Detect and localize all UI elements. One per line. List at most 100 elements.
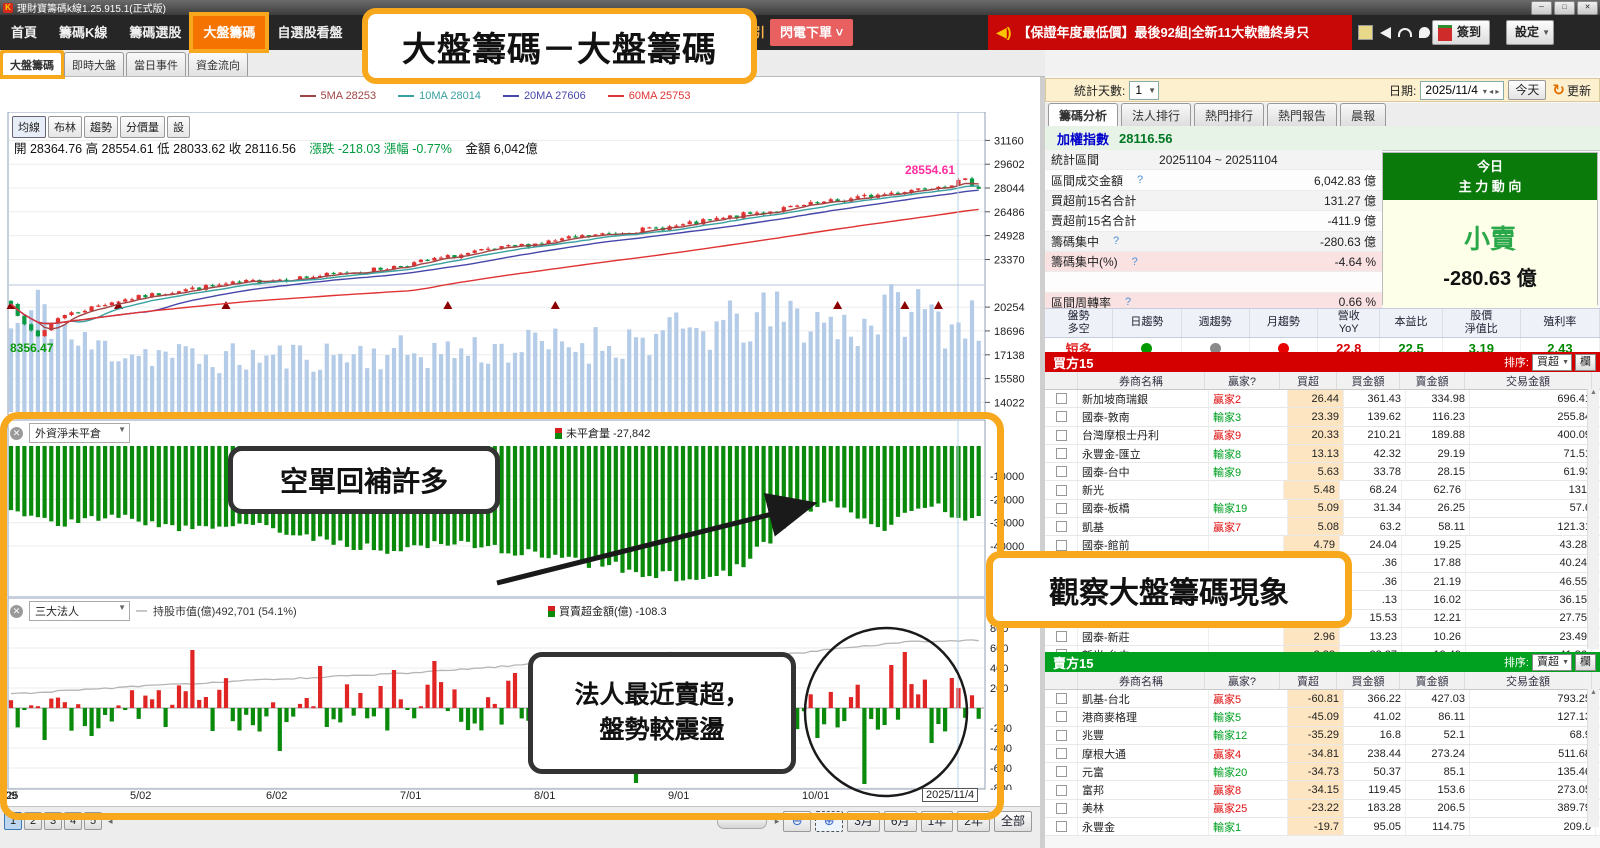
broker-row[interactable]: 美林 贏家25 -23.22 183.28 206.5 389.79 [1045, 799, 1600, 819]
row-checkbox[interactable] [1055, 411, 1067, 423]
broker-row[interactable]: 富邦 贏家8 -34.15 119.45 153.6 273.05 [1045, 781, 1600, 800]
restore-button[interactable]: □ [1554, 1, 1575, 15]
sort-select[interactable]: 買超 ▼ [1532, 353, 1572, 371]
panel-tab-3[interactable]: 熱門報告 [1267, 103, 1338, 126]
range-button-3月[interactable]: 3月 [847, 811, 880, 832]
row-checkbox[interactable] [1055, 711, 1067, 723]
row-checkbox[interactable] [1055, 502, 1067, 514]
broker-row[interactable]: 兆豐 輸家12 -35.29 16.8 52.1 68.9 [1045, 726, 1600, 745]
date-nav-icons[interactable]: ▾ ◂ ▸ [1483, 87, 1500, 96]
col-header[interactable]: 券商名稱 [1078, 672, 1205, 689]
range-button-全部[interactable]: 全部 [993, 811, 1032, 832]
row-checkbox[interactable] [1055, 484, 1067, 496]
page-button-2[interactable]: 2 [24, 812, 42, 830]
page-prev-icon[interactable]: ◂ [108, 816, 113, 827]
col-header[interactable]: 賣金額 [1400, 372, 1465, 389]
broker-row[interactable]: 新加坡商瑞銀 贏家2 26.44 361.43 334.98 696.41 [1045, 390, 1600, 409]
promo-banner[interactable]: ◀) 【保證年度最低價】最後92組|全新11大軟體終身只 [988, 15, 1352, 50]
sub-tab-0[interactable]: 大盤籌碼 [0, 49, 65, 79]
flash-order-button[interactable]: 閃電下單 ˅ [770, 19, 854, 46]
panel-tab-0[interactable]: 籌碼分析 [1048, 103, 1119, 126]
col-header[interactable]: 賣金額 [1400, 672, 1465, 689]
page-button-4[interactable]: 4 [64, 812, 82, 830]
inst-indicator-select[interactable]: 三大法人 ▼ [29, 601, 130, 621]
institutional-pane[interactable]: 800 600 400 200 -200 -400 -600 -800 [0, 597, 1045, 795]
row-checkbox[interactable] [1055, 539, 1067, 551]
row-checkbox[interactable] [1055, 729, 1067, 741]
broker-row[interactable]: 國泰-敦南 輸家3 23.39 139.62 116.23 255.84 [1045, 408, 1600, 427]
columns-button[interactable]: 欄 [1575, 653, 1596, 671]
help-icon[interactable]: ? [1137, 174, 1143, 186]
sub-tab-1[interactable]: 即時大盤 [64, 52, 124, 76]
row-checkbox[interactable] [1055, 466, 1067, 478]
broker-row[interactable]: 台灣摩根士丹利 贏家9 20.33 210.21 189.88 400.09 [1045, 426, 1600, 445]
row-checkbox[interactable] [1055, 821, 1067, 833]
col-header[interactable]: 贏家? [1205, 672, 1280, 689]
col-header[interactable]: 交易金額 [1465, 672, 1592, 689]
row-checkbox[interactable] [1055, 448, 1067, 460]
row-checkbox[interactable] [1055, 393, 1067, 405]
row-checkbox[interactable] [1055, 748, 1067, 760]
broker-row[interactable]: 凱基 贏家7 5.08 63.2 58.11 121.31 [1045, 518, 1600, 537]
settings-button[interactable]: 設定 ▼ [1506, 20, 1555, 45]
broker-row[interactable]: 永豐金-匯立 輸家8 13.13 42.32 29.19 71.51 [1045, 444, 1600, 464]
help-icon[interactable]: ? [1125, 296, 1131, 308]
page-button-1[interactable]: 1 [4, 812, 22, 830]
panel-tab-4[interactable]: 晨報 [1340, 103, 1387, 126]
close-icon[interactable]: ✕ [10, 426, 23, 440]
row-checkbox[interactable] [1055, 429, 1067, 441]
table-scrollbar[interactable]: ▲ [1587, 689, 1599, 828]
col-header[interactable]: 贏家? [1205, 372, 1280, 389]
broker-row[interactable]: 摩根大通 贏家4 -34.81 238.44 273.24 511.68 [1045, 744, 1600, 764]
chart-tool-3[interactable]: 分價量 [120, 116, 165, 138]
signin-button[interactable]: 簽到 [1432, 20, 1491, 45]
chart-tool-4[interactable]: 設 [167, 116, 190, 138]
open-interest-pane[interactable]: -10000 -20000 -30000 -40000 [0, 419, 1045, 603]
table-scrollbar[interactable]: ▲ [1587, 389, 1599, 649]
sub-tab-2[interactable]: 當日事件 [126, 52, 186, 76]
panel-tab-2[interactable]: 熱門排行 [1194, 103, 1265, 126]
stat-days-select[interactable]: 1 ▼ [1129, 80, 1160, 100]
note-icon[interactable] [1358, 25, 1373, 40]
close-button[interactable]: ✕ [1577, 1, 1598, 15]
page-button-3[interactable]: 3 [44, 812, 62, 830]
col-header[interactable]: 買超 [1280, 372, 1337, 389]
row-checkbox[interactable] [1055, 766, 1067, 778]
col-header[interactable]: 買金額 [1337, 372, 1400, 389]
range-button-6月[interactable]: 6月 [883, 811, 917, 832]
chat-icon[interactable] [1419, 27, 1430, 38]
menu-item-3[interactable]: 大盤籌碼 [189, 12, 270, 53]
page-button-5[interactable]: 5 [84, 812, 102, 830]
panel-tab-1[interactable]: 法人排行 [1121, 103, 1192, 126]
broker-row[interactable]: 元富 輸家20 -34.73 50.37 85.1 135.46 [1045, 763, 1600, 782]
announce-icon[interactable] [1380, 26, 1391, 39]
range-button-1年[interactable]: 1年 [920, 811, 954, 832]
chart-tool-0[interactable]: 均線 [12, 116, 46, 138]
today-button[interactable]: 今天 [1508, 80, 1547, 100]
chart-tool-1[interactable]: 布林 [48, 116, 82, 138]
columns-button[interactable]: 欄 [1575, 353, 1596, 371]
price-chart-pane[interactable]: 31160 29602 28044 26486 24928 23370 20254 18696… [0, 111, 1045, 425]
date-input[interactable]: 2025/11/4 ▾ ◂ ▸ [1420, 80, 1505, 100]
broker-row[interactable]: 港商麥格理 輸家5 -45.09 41.02 86.11 127.13 [1045, 708, 1600, 727]
row-checkbox[interactable] [1055, 802, 1067, 814]
col-header[interactable]: 券商名稱 [1078, 372, 1205, 389]
menu-item-1[interactable]: 籌碼K線 [48, 15, 118, 50]
sub-tab-3[interactable]: 資金流向 [188, 52, 248, 76]
menu-item-0[interactable]: 首頁 [0, 15, 48, 50]
help-icon[interactable]: ? [1113, 235, 1119, 247]
range-button-2年[interactable]: 2年 [957, 811, 990, 832]
row-checkbox[interactable] [1055, 784, 1067, 796]
headset-icon[interactable] [1398, 28, 1412, 37]
oi-indicator-select[interactable]: 外資淨未平倉 ▼ [29, 423, 130, 443]
menu-item-4[interactable]: 自選股看盤 [266, 15, 353, 50]
broker-row[interactable]: 新光 5.48 68.24 62.76 131 [1045, 481, 1600, 500]
row-checkbox[interactable] [1055, 521, 1067, 533]
broker-row[interactable]: 凱基-台北 贏家5 -60.81 366.22 427.03 793.25 [1045, 690, 1600, 709]
zoom-out-button[interactable]: ⊖ [783, 811, 812, 832]
broker-row[interactable]: 國泰-台中 輸家9 5.63 33.78 28.15 61.93 [1045, 463, 1600, 482]
help-icon[interactable]: ? [1132, 256, 1138, 268]
col-header[interactable]: 買金額 [1337, 672, 1400, 689]
broker-row[interactable]: 國泰-新莊 2.96 13.23 10.26 23.49 [1045, 627, 1600, 647]
scroll-right-icon[interactable]: ▸ [775, 816, 780, 827]
